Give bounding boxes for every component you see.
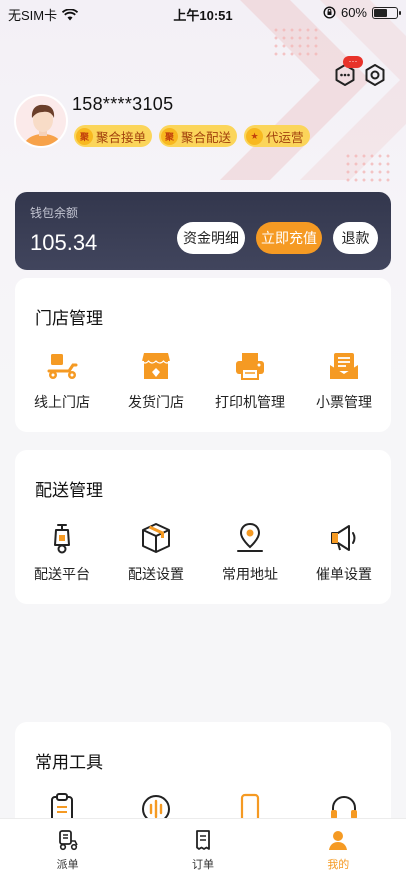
refund-button[interactable]: 退款 [333,222,378,254]
delivery-settings-item[interactable]: 配送设置 [109,521,203,584]
dot-decoration [272,26,320,56]
section-title: 配送管理 [35,481,103,500]
item-label: 配送设置 [128,566,184,582]
shop-icon [141,353,171,379]
printer-icon [236,353,264,380]
bottom-tab-bar: 派单 订单 我的 [0,818,406,883]
tab-orders[interactable]: 订单 [135,819,270,883]
receipt-management-item[interactable]: 小票管理 [297,349,391,412]
delivery-platform-item[interactable]: 配送平台 [15,521,109,584]
user-phone: 158****3105 [72,94,174,114]
tab-dispatch[interactable]: 派单 [0,819,135,883]
tag-aggregate-orders[interactable]: 聚 聚合接单 [74,125,153,147]
service-tags: 聚 聚合接单 聚 聚合配送 ★ 代运营 [74,125,310,147]
orientation-lock-icon [323,6,336,19]
tab-label: 订单 [191,859,214,871]
location-pin-icon [237,522,263,552]
urge-settings-item[interactable]: 催单设置 [297,521,391,584]
aggregate-icon: 聚 [76,127,93,145]
battery-percent: 60% [340,5,367,20]
tab-label: 派单 [56,859,79,871]
printer-management-item[interactable]: 打印机管理 [203,349,297,412]
item-label: 配送平台 [34,566,90,582]
fund-detail-button[interactable]: 资金明细 [177,222,245,254]
avatar[interactable] [14,94,68,148]
item-label: 催单设置 [316,566,372,582]
receipt-icon [330,353,358,379]
dot-decoration [344,152,392,182]
common-address-item[interactable]: 常用地址 [203,521,297,584]
scooter-store-icon [47,354,78,379]
shipping-store-item[interactable]: 发货门店 [109,349,203,412]
profile-icon [329,831,348,850]
online-store-item[interactable]: 线上门店 [15,349,109,412]
star-icon: ★ [246,127,264,145]
wallet-label: 钱包余额 [30,206,79,220]
item-label: 线上门店 [34,394,90,410]
battery-icon [372,6,401,19]
tab-profile[interactable]: 我的 [271,819,406,883]
message-badge: ··· [343,56,363,68]
item-label: 小票管理 [316,394,372,410]
tag-label: 聚合接单 [96,130,147,145]
scooter-icon [54,524,70,554]
tag-label: 聚合配送 [181,130,232,145]
dispatch-icon [58,830,78,851]
battery-fill [374,8,388,17]
recharge-button[interactable]: 立即充值 [256,222,322,254]
tag-aggregate-delivery[interactable]: 聚 聚合配送 [159,125,238,147]
item-label: 发货门店 [128,394,184,410]
wallet-amount: 105.34 [30,230,98,255]
box-icon [142,523,170,553]
item-label: 打印机管理 [215,394,285,410]
status-bar: 无SIM卡 上午10:51 60% [0,0,406,26]
store-management-card: 门店管理 线上门店 发货门店 打印机管理 小票管理 [15,278,391,432]
settings-icon[interactable] [362,62,388,88]
section-title: 常用工具 [35,753,103,772]
item-label: 常用地址 [222,566,278,582]
section-title: 门店管理 [35,309,103,328]
tag-operation-service[interactable]: ★ 代运营 [244,125,310,147]
wallet-card: 钱包余额 105.34 资金明细 立即充值 退款 [15,192,391,270]
delivery-management-card: 配送管理 配送平台 配送设置 常用地址 催单设置 [15,450,391,604]
tag-label: 代运营 [266,130,304,145]
aggregate-icon: 聚 [161,127,179,145]
tab-label: 我的 [327,859,350,871]
megaphone-icon [331,525,356,551]
order-icon [196,830,210,850]
